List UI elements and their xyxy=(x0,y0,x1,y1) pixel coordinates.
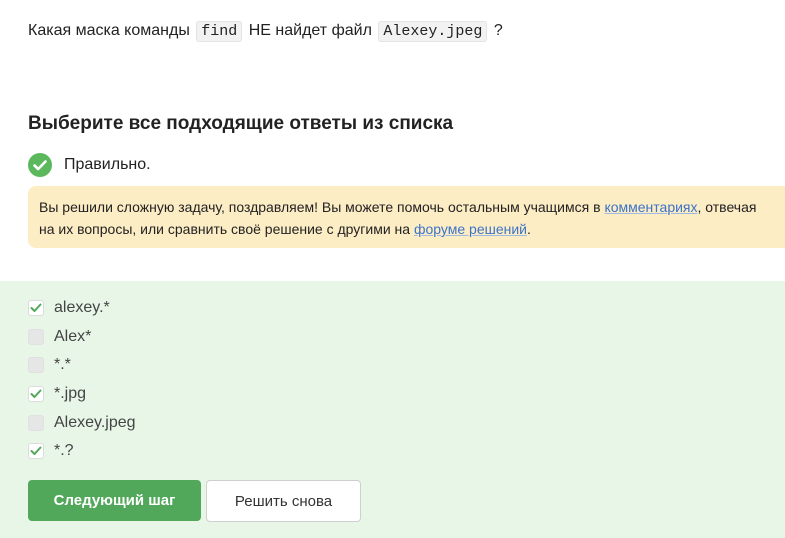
banner-text-4: . xyxy=(527,221,531,237)
question-middle: НЕ найдет файл xyxy=(248,22,372,39)
command-code: find xyxy=(196,21,243,42)
option-label: Alex* xyxy=(54,328,92,345)
filename-code: Alexey.jpeg xyxy=(378,21,488,42)
result-status: Правильно. xyxy=(28,152,151,178)
banner-text-2: , отвечая xyxy=(697,199,757,215)
correct-check-icon xyxy=(28,153,52,177)
option-item[interactable]: alexey.* xyxy=(28,297,110,319)
instruction-heading: Выберите все подходящие ответы из списка xyxy=(28,113,454,134)
question-before: Какая маска команды xyxy=(28,22,190,39)
checkbox-unchecked[interactable] xyxy=(28,415,44,431)
banner-text-1: Вы решили сложную задачу, поздравляем! В… xyxy=(39,199,601,215)
option-label: *.? xyxy=(54,442,74,459)
option-item[interactable]: *.* xyxy=(28,354,71,376)
next-step-button[interactable]: Следующий шаг xyxy=(28,480,201,521)
option-label: *.* xyxy=(54,356,71,373)
option-label: Alexey.jpeg xyxy=(54,414,136,431)
status-text: Правильно. xyxy=(64,156,151,173)
comments-link[interactable]: комментариях xyxy=(604,199,697,215)
option-item[interactable]: *.jpg xyxy=(28,383,86,405)
banner-text-3: на их вопросы, или сравнить своё решение… xyxy=(39,221,411,237)
option-item[interactable]: Alexey.jpeg xyxy=(28,412,136,434)
retry-button[interactable]: Решить снова xyxy=(206,480,361,522)
option-item[interactable]: *.? xyxy=(28,440,74,462)
checkbox-checked[interactable] xyxy=(28,386,44,402)
question-after: ? xyxy=(493,22,503,39)
solutions-forum-link[interactable]: форуме решений xyxy=(414,221,527,237)
question-text: Какая маска команды find НЕ найдет файл … xyxy=(28,18,503,45)
option-item[interactable]: Alex* xyxy=(28,326,91,348)
checkbox-checked[interactable] xyxy=(28,300,44,316)
checkbox-unchecked[interactable] xyxy=(28,329,44,345)
congrats-banner: Вы решили сложную задачу, поздравляем! В… xyxy=(28,186,785,248)
checkbox-unchecked[interactable] xyxy=(28,357,44,373)
option-label: *.jpg xyxy=(54,385,87,402)
checkbox-checked[interactable] xyxy=(28,443,44,459)
option-label: alexey.* xyxy=(54,299,110,316)
